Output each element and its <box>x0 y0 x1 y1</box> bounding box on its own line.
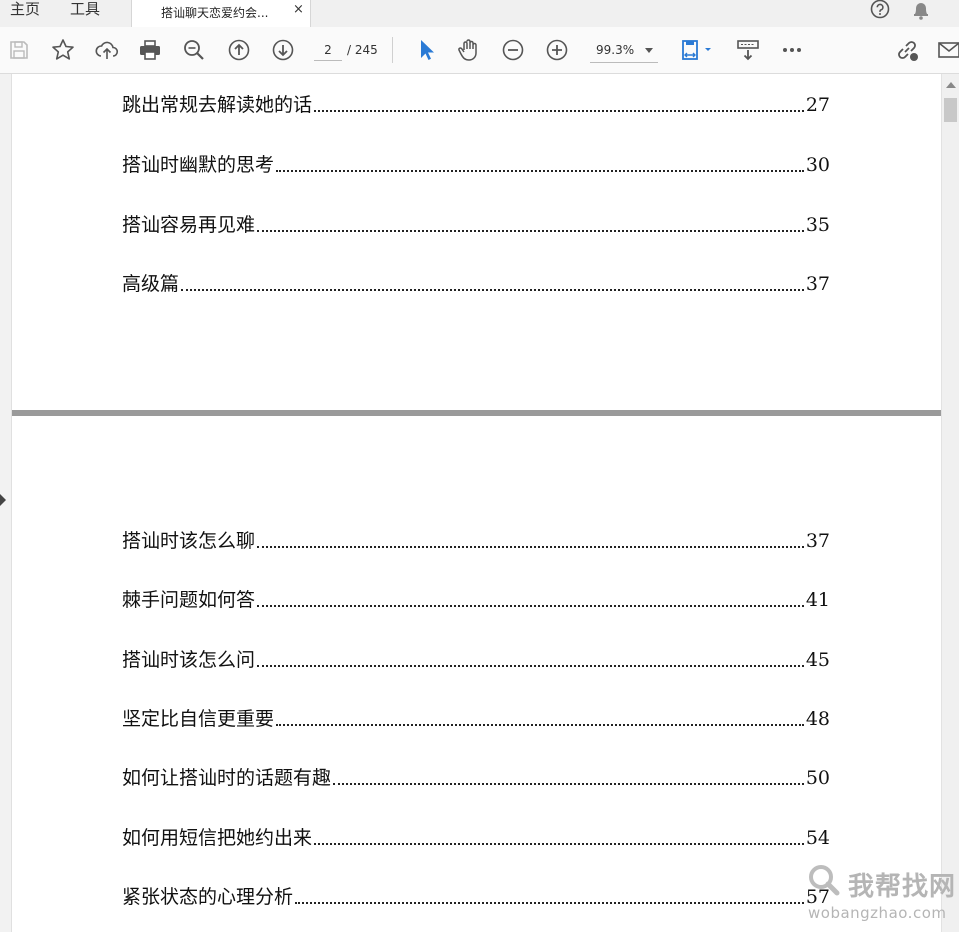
toc-entry-title: 坚定比自信更重要 <box>122 708 275 730</box>
more-icon[interactable] <box>779 37 805 63</box>
zoom-search-icon[interactable] <box>181 37 207 63</box>
scroll-mode-icon[interactable] <box>735 37 761 63</box>
toc-entry-page: 45 <box>805 649 830 671</box>
toc-entry[interactable]: 高级篇 37 <box>122 271 830 297</box>
toc-entry[interactable]: 棘手问题如何答 41 <box>122 587 830 613</box>
watermark-name: 我帮找网 <box>848 872 957 902</box>
toc-entry-page: 30 <box>805 154 830 176</box>
toc-dot-leader <box>314 843 804 845</box>
page-down-icon[interactable] <box>270 37 296 63</box>
toc-entry-title: 棘手问题如何答 <box>122 589 256 611</box>
page-up-icon[interactable] <box>226 37 252 63</box>
bookmark-star-icon[interactable] <box>50 37 76 63</box>
scroll-up-arrow-icon[interactable] <box>946 82 956 88</box>
toc-dot-leader <box>333 783 804 785</box>
toc-entry[interactable]: 如何用短信把她约出来 54 <box>122 825 830 851</box>
toc-entry[interactable]: 搭讪时该怎么问 45 <box>122 647 830 673</box>
toc-dot-leader <box>257 605 804 607</box>
toc-entry-page: 27 <box>805 94 830 116</box>
toc-entry-page: 37 <box>805 530 830 552</box>
toc-dot-leader <box>257 546 804 548</box>
document-viewer[interactable]: 跳出常规去解读她的话 27 搭讪时幽默的思考 30 搭讪容易再见难 35 高级篇… <box>0 74 941 932</box>
save-icon[interactable] <box>6 37 32 63</box>
toc-entry-page: 48 <box>805 708 830 730</box>
toc-entry-title: 搭讪容易再见难 <box>122 214 256 236</box>
toc-dot-leader <box>276 170 804 172</box>
toc-entry[interactable]: 搭讪时该怎么聊 37 <box>122 528 830 554</box>
tab-document[interactable]: 搭讪聊天恋爱约会... × <box>131 0 311 27</box>
select-cursor-icon[interactable] <box>413 37 439 63</box>
toc-entry-page: 37 <box>805 273 830 295</box>
watermark-magnifier-icon <box>806 862 842 898</box>
tab-home[interactable]: 主页 <box>10 0 40 20</box>
print-icon[interactable] <box>137 37 163 63</box>
zoom-level-dropdown[interactable]: 99.3% <box>590 40 658 63</box>
toc-dot-leader <box>314 110 804 112</box>
vertical-scrollbar[interactable] <box>941 74 959 932</box>
toc-dot-leader <box>257 230 804 232</box>
toc-entry[interactable]: 搭讪容易再见难 35 <box>122 212 830 238</box>
expand-panel-arrow-icon[interactable] <box>0 494 6 506</box>
page-total-label: / 245 <box>347 43 378 57</box>
toc-dot-leader <box>257 665 804 667</box>
toc-entry[interactable]: 如何让搭讪时的话题有趣 50 <box>122 765 830 791</box>
document-tab-title: 搭讪聊天恋爱约会... <box>161 6 269 20</box>
help-icon[interactable] <box>869 0 891 26</box>
toc-entry-title: 搭讪时该怎么聊 <box>122 530 256 552</box>
toc-dot-leader <box>181 289 804 291</box>
chevron-down-icon <box>645 48 653 53</box>
toc-entry[interactable]: 紧张状态的心理分析 57 <box>122 884 830 910</box>
toc-dot-leader <box>276 724 804 726</box>
toc-entry-title: 搭讪时幽默的思考 <box>122 154 275 176</box>
notification-bell-icon[interactable] <box>910 0 932 26</box>
page-separator <box>12 410 941 416</box>
zoom-level-value: 99.3% <box>596 43 635 57</box>
tab-bar: 主页 工具 搭讪聊天恋爱约会... × <box>0 0 959 28</box>
hand-tool-icon[interactable] <box>456 37 482 63</box>
toc-entry-page: 54 <box>805 827 830 849</box>
toolbar-divider <box>392 37 393 63</box>
tab-tools[interactable]: 工具 <box>70 0 100 20</box>
watermark-url: wobangzhao.com <box>808 904 947 922</box>
toc-entry-page: 41 <box>805 589 830 611</box>
toc-entry[interactable]: 跳出常规去解读她的话 27 <box>122 92 830 118</box>
toc-dot-leader <box>295 902 804 904</box>
toc-entry-page: 50 <box>805 767 830 789</box>
close-tab-icon[interactable]: × <box>293 2 304 17</box>
toc-entry-page: 35 <box>805 214 830 236</box>
toc-entry-title: 如何用短信把她约出来 <box>122 827 313 849</box>
toc-entry-title: 高级篇 <box>122 273 180 295</box>
scrollbar-thumb[interactable] <box>944 98 957 122</box>
toc-entry[interactable]: 坚定比自信更重要 48 <box>122 706 830 732</box>
toc-entry-title: 如何让搭讪时的话题有趣 <box>122 767 332 789</box>
toc-entry-title: 跳出常规去解读她的话 <box>122 94 313 116</box>
upload-cloud-icon[interactable] <box>94 37 120 63</box>
main-toolbar: / 245 99.3% <box>0 27 959 74</box>
mail-icon[interactable] <box>937 37 959 63</box>
share-link-icon[interactable] <box>894 37 920 63</box>
zoom-out-icon[interactable] <box>500 37 526 63</box>
toc-entry-title: 搭讪时该怎么问 <box>122 649 256 671</box>
zoom-in-icon[interactable] <box>544 37 570 63</box>
toc-entry-title: 紧张状态的心理分析 <box>122 886 294 908</box>
fit-page-icon[interactable] <box>679 37 715 63</box>
toc-entry[interactable]: 搭讪时幽默的思考 30 <box>122 152 830 178</box>
page-number-input[interactable] <box>314 40 342 61</box>
